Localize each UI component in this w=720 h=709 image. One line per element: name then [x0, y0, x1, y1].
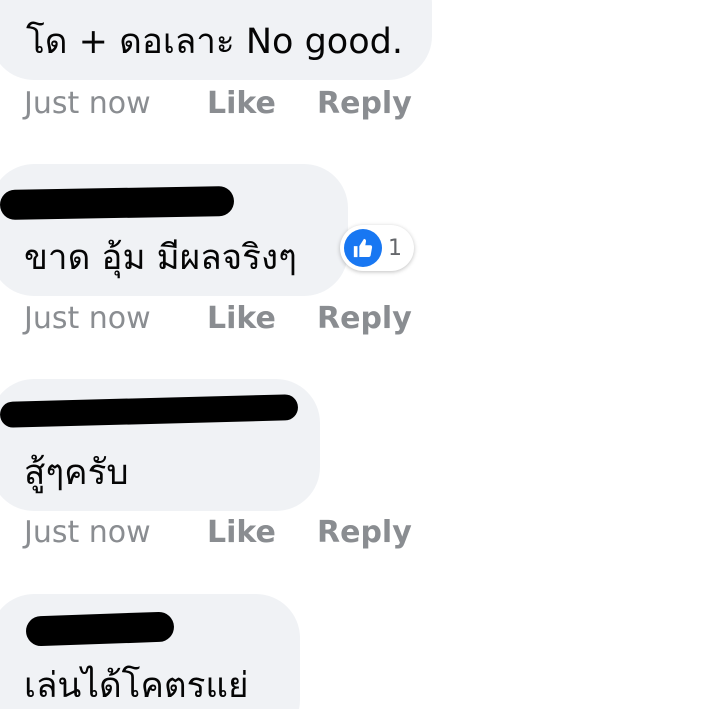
comment-text: ขาด อุ้ม มีผลจริงๆ — [24, 238, 297, 278]
comment-timestamp[interactable]: Just now — [24, 86, 151, 121]
comment-text: เล่นได้โคตรแย่ — [24, 666, 249, 706]
comment-thread: โด + ดอเลาะ No good. Just now Like Reply… — [0, 0, 720, 709]
comment-text: โด + ดอเลาะ No good. — [26, 22, 403, 62]
reply-button[interactable]: Reply — [317, 301, 412, 336]
comment-timestamp[interactable]: Just now — [24, 301, 151, 336]
comment-bubble: ขาด อุ้ม มีผลจริงๆ — [0, 164, 348, 296]
comment-text: สู้ๆครับ — [24, 453, 129, 493]
like-button[interactable]: Like — [207, 86, 276, 121]
like-button[interactable]: Like — [207, 301, 276, 336]
comment-bubble: โด + ดอเลาะ No good. — [0, 0, 432, 80]
reaction-count: 1 — [388, 235, 402, 261]
reply-button[interactable]: Reply — [317, 86, 412, 121]
reaction-summary[interactable]: 1 — [340, 225, 414, 271]
comment-timestamp[interactable]: Just now — [24, 515, 151, 550]
redaction-mark — [25, 611, 175, 647]
like-button[interactable]: Like — [207, 515, 276, 550]
reply-button[interactable]: Reply — [317, 515, 412, 550]
like-icon — [344, 229, 382, 267]
redaction-mark — [0, 185, 235, 221]
